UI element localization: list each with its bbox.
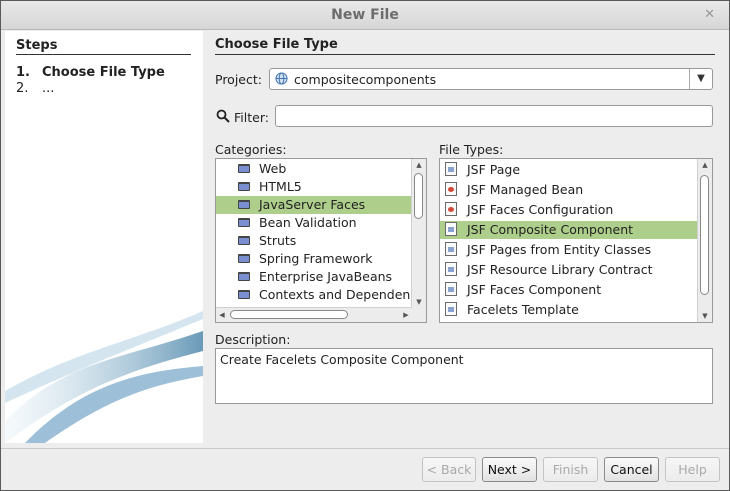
category-label: JavaServer Faces bbox=[259, 197, 366, 212]
category-label: Web bbox=[259, 161, 287, 176]
list-item[interactable]: JSF Resource Library Contract bbox=[440, 261, 698, 279]
scroll-down-icon[interactable]: ▼ bbox=[698, 310, 712, 322]
description-box: Create Facelets Composite Component bbox=[215, 348, 713, 404]
button-bar-divider bbox=[1, 448, 729, 449]
list-item[interactable]: JSF Page bbox=[440, 161, 698, 179]
file-type-label: Facelets Template bbox=[467, 302, 579, 317]
panel-divider bbox=[215, 54, 715, 55]
categories-list[interactable]: Web HTML5 JavaServer Faces Bean Validati… bbox=[215, 158, 427, 323]
file-icon bbox=[445, 302, 457, 316]
file-icon bbox=[445, 202, 457, 216]
back-button[interactable]: < Back bbox=[422, 457, 476, 482]
steps-divider bbox=[16, 54, 191, 55]
list-item[interactable]: Bean Validation bbox=[216, 214, 412, 232]
category-label: HTML5 bbox=[259, 179, 302, 194]
step-item-2: 2.... bbox=[16, 81, 54, 96]
list-item-selected[interactable]: JSF Composite Component bbox=[440, 221, 698, 239]
globe-icon bbox=[275, 72, 288, 85]
steps-panel: Steps 1. Choose File Type 2.... bbox=[5, 31, 203, 443]
search-icon bbox=[216, 109, 230, 123]
folder-icon bbox=[238, 182, 250, 191]
scroll-left-icon[interactable]: ◀ bbox=[216, 308, 228, 322]
file-icon bbox=[445, 282, 457, 296]
scroll-up-icon[interactable]: ▲ bbox=[412, 159, 426, 171]
list-item[interactable]: Spring Framework bbox=[216, 250, 412, 268]
list-item[interactable]: Web bbox=[216, 160, 412, 178]
step-label: Choose File Type bbox=[42, 65, 165, 80]
category-label: Enterprise JavaBeans bbox=[259, 269, 393, 284]
step-number: 1. bbox=[16, 65, 30, 80]
steps-title: Steps bbox=[16, 38, 58, 53]
folder-icon bbox=[238, 218, 250, 227]
file-icon bbox=[445, 222, 457, 236]
project-combobox[interactable]: compositecomponents ▼ bbox=[269, 68, 713, 90]
category-label: Struts bbox=[259, 233, 297, 248]
list-item[interactable]: Facelets Template bbox=[440, 301, 698, 319]
list-item[interactable]: Enterprise JavaBeans bbox=[216, 268, 412, 286]
file-types-vertical-scrollbar[interactable]: ▲ ▼ bbox=[697, 159, 712, 322]
list-item[interactable]: JSF Pages from Entity Classes bbox=[440, 241, 698, 259]
category-label: Bean Validation bbox=[259, 215, 357, 230]
scroll-up-icon[interactable]: ▲ bbox=[698, 159, 712, 171]
file-icon bbox=[445, 242, 457, 256]
file-types-list[interactable]: JSF Page JSF Managed Bean JSF Faces Conf… bbox=[439, 158, 713, 323]
new-file-dialog: New File ✕ Steps 1. Choose File Type 2...… bbox=[0, 0, 730, 491]
step-item-1: 1. Choose File Type bbox=[16, 65, 165, 80]
chevron-down-icon[interactable]: ▼ bbox=[689, 69, 712, 89]
folder-icon bbox=[238, 236, 250, 245]
file-type-label: JSF Page bbox=[467, 162, 521, 177]
project-value: compositecomponents bbox=[294, 72, 437, 87]
folder-icon bbox=[238, 272, 250, 281]
folder-icon bbox=[238, 200, 250, 209]
scroll-thumb[interactable] bbox=[230, 310, 348, 319]
folder-icon bbox=[238, 254, 250, 263]
step-number: 2. bbox=[16, 81, 29, 96]
next-button[interactable]: Next > bbox=[482, 457, 537, 482]
categories-label: Categories: bbox=[215, 142, 287, 157]
title-bar: New File ✕ bbox=[1, 1, 729, 30]
cancel-button[interactable]: Cancel bbox=[604, 457, 659, 482]
help-button[interactable]: Help bbox=[665, 457, 720, 482]
file-icon bbox=[445, 262, 457, 276]
scroll-thumb[interactable] bbox=[700, 175, 709, 295]
window-title: New File bbox=[331, 7, 399, 23]
list-item[interactable]: JSF Managed Bean bbox=[440, 181, 698, 199]
list-item-selected[interactable]: JavaServer Faces bbox=[216, 196, 412, 214]
list-item[interactable]: JSF Faces Component bbox=[440, 281, 698, 299]
category-label: Spring Framework bbox=[259, 251, 373, 266]
close-icon[interactable]: ✕ bbox=[704, 7, 715, 22]
panel-title: Choose File Type bbox=[215, 37, 338, 52]
file-icon bbox=[445, 182, 457, 196]
file-icon bbox=[445, 162, 457, 176]
list-item[interactable]: Contexts and Dependency Injection bbox=[216, 286, 426, 304]
scroll-down-icon[interactable]: ▼ bbox=[412, 296, 426, 308]
list-item[interactable]: HTML5 bbox=[216, 178, 412, 196]
categories-vertical-scrollbar[interactable]: ▲ ▼ bbox=[411, 159, 426, 308]
categories-horizontal-scrollbar[interactable]: ◀ ▶ bbox=[216, 307, 412, 322]
folder-icon bbox=[238, 290, 250, 299]
scroll-thumb[interactable] bbox=[414, 173, 423, 219]
category-label: Contexts and Dependency Injection bbox=[259, 287, 426, 302]
file-types-label: File Types: bbox=[439, 142, 504, 157]
file-type-label: JSF Faces Component bbox=[467, 282, 602, 297]
step-label: ... bbox=[42, 81, 55, 96]
scrollbar-corner bbox=[412, 308, 426, 322]
file-type-label: JSF Pages from Entity Classes bbox=[467, 242, 652, 257]
file-type-label: JSF Faces Configuration bbox=[467, 202, 614, 217]
filter-input[interactable] bbox=[275, 105, 713, 127]
project-label: Project: bbox=[215, 72, 262, 87]
file-type-label: JSF Resource Library Contract bbox=[467, 262, 653, 277]
description-label: Description: bbox=[215, 332, 291, 347]
list-item[interactable]: Struts bbox=[216, 232, 412, 250]
list-item[interactable]: JSF Faces Configuration bbox=[440, 201, 698, 219]
file-type-label: JSF Managed Bean bbox=[467, 182, 584, 197]
scroll-right-icon[interactable]: ▶ bbox=[400, 308, 412, 322]
file-type-label: JSF Composite Component bbox=[467, 222, 634, 237]
finish-button[interactable]: Finish bbox=[543, 457, 598, 482]
filter-label: Filter: bbox=[234, 110, 269, 125]
folder-icon bbox=[238, 164, 250, 173]
